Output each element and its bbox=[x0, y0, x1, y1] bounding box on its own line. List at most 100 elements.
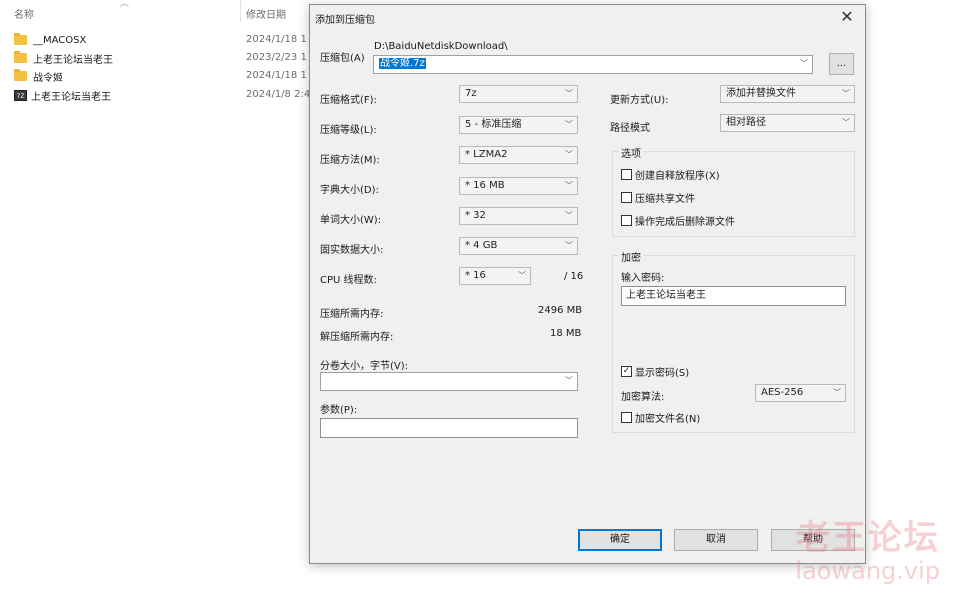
pathmode-value: 相对路径 bbox=[726, 117, 766, 128]
chevron-down-icon: ﹀ bbox=[565, 150, 573, 159]
password-label: 输入密码: bbox=[621, 273, 665, 284]
file-date: 2024/1/8 2:4 bbox=[246, 89, 311, 100]
7z-archive-icon: 7Z bbox=[14, 89, 27, 101]
ok-button[interactable]: 确定 bbox=[578, 529, 662, 551]
browse-button[interactable]: ... bbox=[829, 53, 854, 75]
sort-up-icon: ︿ bbox=[120, 0, 130, 9]
dict-select[interactable]: * 16 MB ﹀ bbox=[459, 177, 578, 195]
sfx-checkbox[interactable]: 创建自释放程序(X) bbox=[621, 167, 720, 182]
watermark: 老王论坛 laowang.vip bbox=[795, 510, 940, 585]
archive-name-combo[interactable]: 战令姬.7z ﹀ bbox=[373, 55, 813, 74]
encrypt-names-label: 加密文件名(N) bbox=[635, 414, 701, 425]
pathmode-label: 路径模式 bbox=[610, 123, 650, 134]
format-select[interactable]: 7z ﹀ bbox=[459, 85, 578, 103]
checkbox-checked[interactable]: ✓ bbox=[621, 366, 632, 377]
format-value: 7z bbox=[465, 88, 477, 99]
encryption-title: 加密 bbox=[619, 249, 643, 264]
update-value: 添加并替换文件 bbox=[726, 88, 796, 99]
delete-checkbox[interactable]: 操作完成后删除源文件 bbox=[621, 213, 735, 228]
encrypt-method-label: 加密算法: bbox=[621, 392, 665, 403]
column-header-date[interactable]: 修改日期 bbox=[246, 6, 286, 21]
close-icon[interactable]: ✕ bbox=[835, 7, 859, 27]
checkbox-unchecked[interactable] bbox=[621, 192, 632, 203]
options-group: 选项 创建自释放程序(X) 压缩共享文件 操作完成后删除源文件 bbox=[612, 145, 855, 237]
show-password-label: 显示密码(S) bbox=[635, 368, 690, 379]
encryption-group: 加密 输入密码: 上老王论坛当老王 ✓ 显示密码(S) 加密算法: AES-25… bbox=[612, 249, 855, 433]
cpu-label: CPU 线程数: bbox=[320, 275, 377, 286]
split-select[interactable]: ﹀ bbox=[320, 372, 578, 391]
file-name: 上老王论坛当老王 bbox=[31, 91, 111, 103]
dict-value: * 16 MB bbox=[465, 180, 505, 191]
encrypt-method-value: AES-256 bbox=[761, 387, 804, 398]
options-title: 选项 bbox=[619, 145, 643, 160]
checkbox-unchecked[interactable] bbox=[621, 169, 632, 180]
level-label: 压缩等级(L): bbox=[320, 125, 377, 136]
chevron-down-icon: ﹀ bbox=[518, 271, 526, 280]
file-name: 战令姬 bbox=[33, 72, 63, 84]
dict-label: 字典大小(D): bbox=[320, 185, 379, 196]
method-select[interactable]: * LZMA2 ﹀ bbox=[459, 146, 578, 164]
chevron-down-icon: ﹀ bbox=[565, 211, 573, 220]
solid-value: * 4 GB bbox=[465, 240, 498, 251]
file-date: 2024/1/18 1 bbox=[246, 70, 307, 81]
sfx-label: 创建自释放程序(X) bbox=[635, 171, 720, 182]
update-select[interactable]: 添加并替换文件 ﹀ bbox=[720, 85, 855, 103]
mem-comp-label: 压缩所需内存: bbox=[320, 309, 384, 320]
word-label: 单词大小(W): bbox=[320, 215, 382, 226]
chevron-down-icon: ﹀ bbox=[565, 241, 573, 250]
chevron-down-icon: ﹀ bbox=[565, 120, 573, 129]
file-date: 2023/2/23 1 bbox=[246, 52, 307, 63]
solid-select[interactable]: * 4 GB ﹀ bbox=[459, 237, 578, 255]
checkbox-unchecked[interactable] bbox=[621, 215, 632, 226]
cancel-button[interactable]: 取消 bbox=[674, 529, 758, 551]
level-select[interactable]: 5 - 标准压缩 ﹀ bbox=[459, 116, 578, 134]
cpu-select[interactable]: * 16 ﹀ bbox=[459, 267, 531, 285]
update-label: 更新方式(U): bbox=[610, 95, 669, 106]
split-label: 分卷大小，字节(V): bbox=[320, 361, 409, 372]
solid-label: 固实数据大小: bbox=[320, 245, 384, 256]
chevron-down-icon: ﹀ bbox=[565, 376, 573, 385]
chevron-down-icon: ﹀ bbox=[833, 388, 841, 397]
show-password-checkbox[interactable]: ✓ 显示密码(S) bbox=[621, 364, 689, 379]
file-name: 上老王论坛当老王 bbox=[33, 54, 113, 66]
chevron-down-icon: ﹀ bbox=[565, 181, 573, 190]
chevron-down-icon[interactable]: ﹀ bbox=[800, 56, 808, 72]
chevron-down-icon: ﹀ bbox=[565, 89, 573, 98]
mem-decomp-label: 解压缩所需内存: bbox=[320, 332, 394, 343]
delete-label: 操作完成后删除源文件 bbox=[635, 217, 735, 228]
word-value: * 32 bbox=[465, 210, 486, 221]
checkbox-unchecked[interactable] bbox=[621, 412, 632, 423]
archive-path: D:\BaiduNetdiskDownload\ bbox=[374, 41, 508, 52]
archive-name-text: 战令姬.7z bbox=[379, 58, 426, 69]
method-value: * LZMA2 bbox=[465, 149, 508, 160]
shared-checkbox[interactable]: 压缩共享文件 bbox=[621, 190, 695, 205]
params-label: 参数(P): bbox=[320, 405, 358, 416]
archive-label: 压缩包(A) bbox=[320, 53, 365, 64]
word-select[interactable]: * 32 ﹀ bbox=[459, 207, 578, 225]
params-input[interactable] bbox=[320, 418, 578, 438]
encrypt-method-select[interactable]: AES-256 ﹀ bbox=[755, 384, 846, 402]
level-value: 5 - 标准压缩 bbox=[465, 119, 522, 130]
mem-comp-value: 2496 MB bbox=[538, 305, 583, 316]
column-header-name[interactable]: 名称 bbox=[14, 6, 34, 21]
file-date: 2024/1/18 1 bbox=[246, 34, 307, 45]
pathmode-select[interactable]: 相对路径 ﹀ bbox=[720, 114, 855, 132]
column-separator bbox=[240, 0, 241, 22]
method-label: 压缩方法(M): bbox=[320, 155, 380, 166]
folder-icon bbox=[14, 33, 27, 45]
encrypt-names-checkbox[interactable]: 加密文件名(N) bbox=[621, 410, 700, 425]
chevron-down-icon: ﹀ bbox=[842, 89, 850, 98]
format-label: 压缩格式(F): bbox=[320, 95, 377, 106]
password-input[interactable]: 上老王论坛当老王 bbox=[621, 286, 846, 306]
cpu-value: * 16 bbox=[465, 270, 486, 281]
file-name: __MACOSX bbox=[33, 34, 87, 46]
folder-icon bbox=[14, 51, 27, 63]
add-to-archive-dialog: 添加到压缩包 ✕ 压缩包(A) D:\BaiduNetdiskDownload\… bbox=[309, 4, 866, 564]
watermark-line2: laowang.vip bbox=[795, 557, 940, 585]
cpu-total: / 16 bbox=[564, 271, 584, 282]
mem-decomp-value: 18 MB bbox=[550, 328, 582, 339]
watermark-line1: 老王论坛 bbox=[795, 518, 940, 558]
chevron-down-icon: ﹀ bbox=[842, 118, 850, 127]
dialog-title: 添加到压缩包 bbox=[315, 15, 375, 26]
shared-label: 压缩共享文件 bbox=[635, 194, 695, 205]
